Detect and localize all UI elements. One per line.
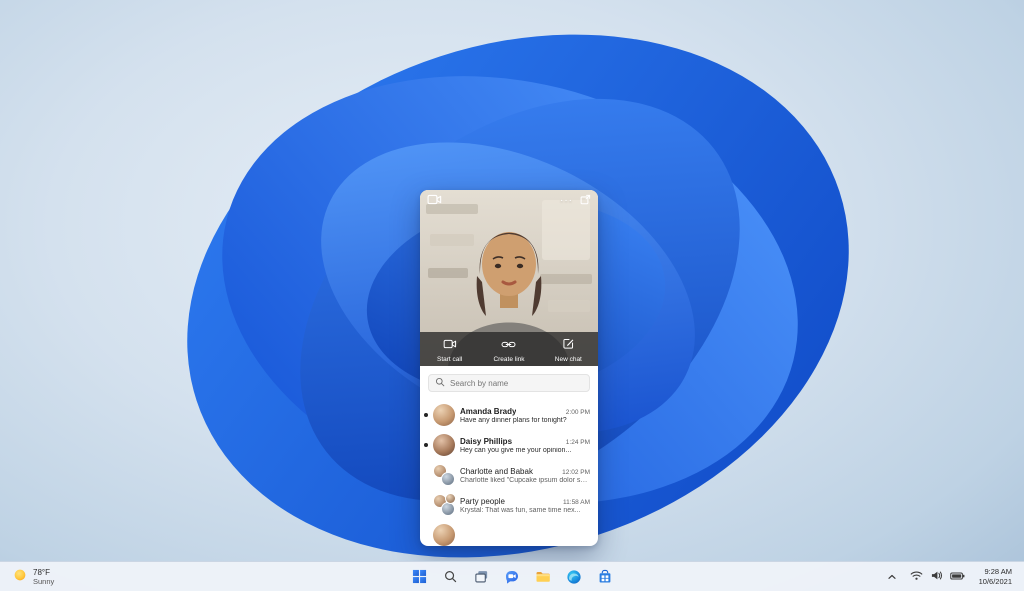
file-explorer-icon[interactable]	[530, 565, 556, 589]
popout-icon[interactable]	[580, 192, 591, 210]
start-call-button[interactable]: Start call	[420, 332, 479, 366]
create-link-label: Create link	[493, 356, 524, 363]
unread-indicator	[424, 443, 428, 447]
avatar	[433, 524, 455, 546]
sun-icon	[12, 567, 28, 588]
system-tray: 9:28 AM 10/6/2021	[884, 562, 1020, 591]
taskbar: 78°F Sunny	[0, 561, 1024, 591]
camera-icon[interactable]	[427, 192, 442, 210]
taskbar-center-icons	[406, 565, 618, 589]
chat-flyout: ··· Start call Create li	[420, 190, 598, 546]
new-chat-label: New chat	[555, 356, 582, 363]
battery-icon	[950, 568, 965, 586]
unread-indicator	[424, 413, 428, 417]
desktop: ··· Start call Create li	[0, 0, 1024, 591]
recent-chats-list: Amanda Brady 2:00 PM Have any dinner pla…	[420, 398, 598, 546]
avatar	[433, 434, 455, 456]
task-view-icon[interactable]	[468, 565, 494, 589]
weather-condition: Sunny	[33, 577, 54, 586]
search-icon	[435, 374, 445, 392]
chat-time: 11:58 AM	[563, 499, 590, 506]
chat-name: Amanda Brady	[460, 407, 516, 416]
clock[interactable]: 9:28 AM 10/6/2021	[975, 567, 1016, 587]
chat-name: Daisy Phillips	[460, 437, 512, 446]
clock-date: 10/6/2021	[979, 577, 1012, 587]
volume-icon	[930, 568, 943, 586]
group-avatar	[433, 494, 455, 516]
new-chat-button[interactable]: New chat	[539, 332, 598, 366]
tray-status-icons[interactable]	[908, 568, 967, 586]
chat-time: 1:24 PM	[566, 439, 590, 446]
chat-list-item[interactable]	[420, 520, 598, 546]
chat-list-item[interactable]: Daisy Phillips 1:24 PM Hey can you give …	[420, 430, 598, 460]
chat-list-item[interactable]: Amanda Brady 2:00 PM Have any dinner pla…	[420, 400, 598, 430]
clock-time: 9:28 AM	[984, 567, 1012, 577]
teams-chat-icon[interactable]	[499, 565, 525, 589]
wifi-icon	[910, 568, 923, 586]
taskbar-search-icon[interactable]	[437, 565, 463, 589]
chat-preview: Hey can you give me your opinion...	[460, 447, 590, 454]
chat-name: Party people	[460, 497, 505, 506]
create-link-icon	[501, 336, 516, 354]
camera-preview: ··· Start call Create li	[420, 190, 598, 366]
create-link-button[interactable]: Create link	[479, 332, 538, 366]
search-input[interactable]	[450, 379, 583, 388]
chat-list-item[interactable]: Charlotte and Babak 12:02 PM Charlotte l…	[420, 460, 598, 490]
avatar	[433, 404, 455, 426]
more-options-icon[interactable]: ···	[560, 196, 573, 206]
start-button[interactable]	[406, 565, 432, 589]
group-avatar	[433, 464, 455, 486]
search-box[interactable]	[428, 374, 590, 392]
chat-preview: Have any dinner plans for tonight?	[460, 417, 590, 424]
microsoft-store-icon[interactable]	[592, 565, 618, 589]
start-call-label: Start call	[437, 356, 462, 363]
chat-time: 12:02 PM	[562, 469, 590, 476]
hidden-icons-chevron[interactable]	[884, 572, 900, 582]
quick-actions-bar: Start call Create link New chat	[420, 332, 598, 366]
weather-widget[interactable]: 78°F Sunny	[6, 562, 60, 591]
chat-preview: Krystal: That was fun, same time nex...	[460, 507, 590, 514]
edge-browser-icon[interactable]	[561, 565, 587, 589]
weather-temperature: 78°F	[33, 568, 54, 578]
start-call-icon	[443, 336, 457, 354]
chat-name: Charlotte and Babak	[460, 467, 533, 476]
chat-preview: Charlotte liked "Cupcake ipsum dolor see…	[460, 477, 590, 484]
chat-list-item[interactable]: Party people 11:58 AM Krystal: That was …	[420, 490, 598, 520]
new-chat-icon	[563, 336, 574, 354]
chat-time: 2:00 PM	[566, 409, 590, 416]
